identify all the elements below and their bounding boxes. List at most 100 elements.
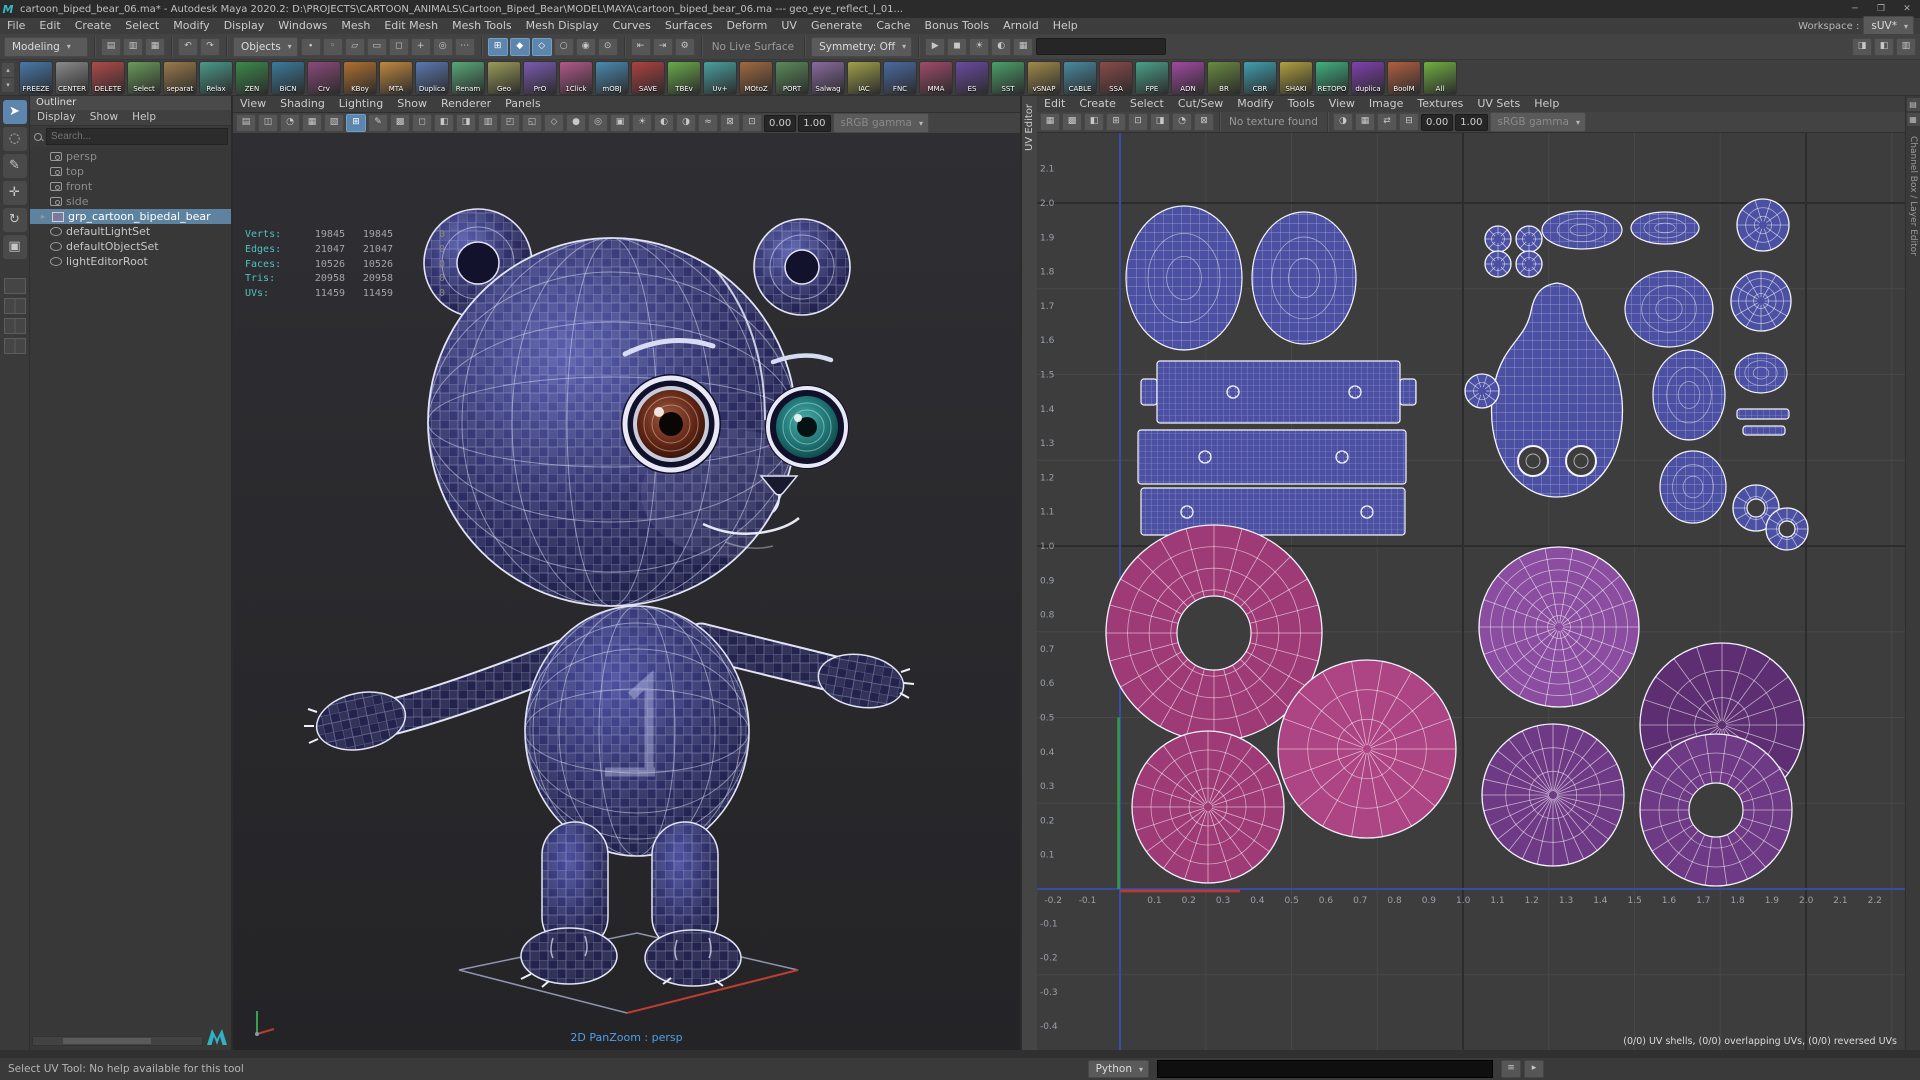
menu-edit[interactable]: Edit bbox=[32, 18, 67, 34]
shelf-item-crv[interactable]: Crv bbox=[307, 60, 341, 95]
shelf-item-zen[interactable]: ZEN bbox=[235, 60, 269, 95]
shelf-item-mobj[interactable]: mOBJ bbox=[595, 60, 629, 95]
camera-attributes-icon[interactable]: ◔ bbox=[280, 114, 300, 132]
layout-single-button[interactable] bbox=[3, 278, 26, 294]
menu-edit-mesh[interactable]: Edit Mesh bbox=[377, 18, 445, 34]
viewport-menu-show[interactable]: Show bbox=[390, 96, 434, 112]
xray-icon[interactable]: ⊠ bbox=[720, 114, 740, 132]
outliner-hscrollbar[interactable] bbox=[32, 1036, 203, 1046]
uv-menu-modify[interactable]: Modify bbox=[1230, 96, 1280, 112]
mask-rendering-icon[interactable]: ◎ bbox=[432, 37, 453, 56]
menu-generate[interactable]: Generate bbox=[804, 18, 869, 34]
uv-menu-create[interactable]: Create bbox=[1072, 96, 1123, 112]
shelf-item-separat[interactable]: separat bbox=[163, 60, 197, 95]
outliner-item-grp_cartoon_bipedal_bear[interactable]: ▸ grp_cartoon_bipedal_bear bbox=[30, 209, 231, 224]
textured-icon[interactable]: ▣ bbox=[610, 114, 630, 132]
pixel-snap-icon[interactable]: ⊡ bbox=[1128, 113, 1148, 131]
menu-file[interactable]: File bbox=[0, 18, 32, 34]
shelf-item-shaki[interactable]: SHAKI bbox=[1279, 60, 1313, 95]
paint-select-tool[interactable]: ✎ bbox=[2, 154, 27, 178]
shelf-item-relax[interactable]: Relax bbox=[199, 60, 233, 95]
channel-box-toggle-icon[interactable]: ▤ bbox=[1906, 98, 1920, 111]
isolate-select-icon[interactable]: ⊡ bbox=[742, 114, 762, 132]
outliner-item-top[interactable]: top bbox=[30, 164, 231, 179]
field-chart-icon[interactable]: ▥ bbox=[478, 114, 498, 132]
shelf-item-mma[interactable]: MMA bbox=[919, 60, 953, 95]
shelf-item-port[interactable]: PORT bbox=[775, 60, 809, 95]
shelf-item-kboy[interactable]: KBoy bbox=[343, 60, 377, 95]
menu-mesh[interactable]: Mesh bbox=[334, 18, 377, 34]
light-editor-icon[interactable]: ◐ bbox=[991, 37, 1012, 56]
uv-menu-image[interactable]: Image bbox=[1362, 96, 1410, 112]
outliner-menu-display[interactable]: Display bbox=[30, 110, 83, 125]
pan-zoom-uv-icon[interactable]: ⇄ bbox=[1376, 113, 1397, 131]
shelf-item-br[interactable]: BR bbox=[1207, 60, 1241, 95]
use-all-lights-icon[interactable]: ☀ bbox=[632, 114, 652, 132]
uv-grid-icon[interactable]: ⊞ bbox=[1106, 113, 1126, 131]
layout-outliner-persp-button[interactable] bbox=[3, 338, 26, 354]
shelf-item-boolm[interactable]: BoolM bbox=[1387, 60, 1421, 95]
expand-arrow-icon[interactable]: ▸ bbox=[38, 212, 48, 221]
script-editor-icon[interactable]: ≡ bbox=[1501, 1060, 1521, 1078]
shelf-item-retopo[interactable]: RETOPO bbox=[1315, 60, 1349, 95]
quick-rename-input[interactable] bbox=[1036, 38, 1167, 55]
outliner-item-side[interactable]: side bbox=[30, 194, 231, 209]
bookmarks-icon[interactable]: ▦ bbox=[302, 114, 322, 132]
command-shell-icon[interactable]: ▸ bbox=[1524, 1060, 1544, 1078]
uv-menu-help[interactable]: Help bbox=[1527, 96, 1566, 112]
shelf-item-tbev[interactable]: TBEv bbox=[667, 60, 701, 95]
ambient-occlusion-icon[interactable]: ◑ bbox=[676, 114, 696, 132]
viewport-gamma-field[interactable]: 1.00 bbox=[798, 114, 831, 132]
select-tool[interactable]: ➤ bbox=[2, 100, 27, 124]
menu-deform[interactable]: Deform bbox=[719, 18, 774, 34]
menu-surfaces[interactable]: Surfaces bbox=[658, 18, 720, 34]
toggle-channel-box-icon[interactable]: ▥ bbox=[1896, 37, 1916, 56]
uv-gamma-field[interactable]: 1.00 bbox=[1455, 113, 1488, 131]
shelf-item-mta[interactable]: MTA bbox=[379, 60, 413, 95]
menu-mesh-tools[interactable]: Mesh Tools bbox=[445, 18, 519, 34]
uv-view-transform-selector[interactable]: sRGB gamma bbox=[1489, 112, 1586, 132]
snap-center-icon[interactable]: ⊙ bbox=[597, 37, 618, 56]
rotate-tool[interactable]: ↻ bbox=[2, 208, 27, 232]
uv-editor-tab[interactable]: UV Editor bbox=[1022, 96, 1038, 1050]
checker-map-icon[interactable]: ▩ bbox=[1062, 113, 1082, 131]
render-settings-icon[interactable]: ☀ bbox=[969, 37, 990, 56]
shelf-item-salwag[interactable]: Salwag bbox=[811, 60, 845, 95]
paint-effects-icon[interactable]: ▦ bbox=[1013, 37, 1034, 56]
menu-help[interactable]: Help bbox=[1046, 18, 1085, 34]
workspace-selector[interactable]: sUV* bbox=[1863, 16, 1914, 36]
shelf-tab-down-icon[interactable]: ▾ bbox=[2, 78, 14, 92]
uv-statistics-icon[interactable]: ◔ bbox=[1172, 113, 1192, 131]
menu-mesh-display[interactable]: Mesh Display bbox=[519, 18, 606, 34]
layer-editor-toggle-icon[interactable]: ▦ bbox=[1906, 113, 1920, 126]
shelf-item-duplica[interactable]: duplica bbox=[1351, 60, 1385, 95]
shelf-item-all[interactable]: All bbox=[1423, 60, 1457, 95]
safe-title-icon[interactable]: ◱ bbox=[522, 114, 542, 132]
outliner-item-front[interactable]: front bbox=[30, 179, 231, 194]
shelf-item-renam[interactable]: Renam bbox=[451, 60, 485, 95]
open-scene-icon[interactable]: ▥ bbox=[123, 37, 143, 56]
menu-set-selector[interactable]: Modeling bbox=[4, 36, 88, 57]
lasso-select-tool[interactable]: ◌ bbox=[2, 127, 27, 151]
shelf-item-uv+[interactable]: Uv+ bbox=[703, 60, 737, 95]
menu-arnold[interactable]: Arnold bbox=[996, 18, 1046, 34]
mask-faces-icon[interactable]: ▱ bbox=[344, 37, 365, 56]
shelf-item-sst[interactable]: SST bbox=[991, 60, 1025, 95]
shelf-tab-up-icon[interactable]: ▴ bbox=[2, 63, 14, 77]
shelf-item-center[interactable]: CENTER bbox=[55, 60, 89, 95]
menu-curves[interactable]: Curves bbox=[606, 18, 658, 34]
frame-all-uv-icon[interactable]: ⊟ bbox=[1398, 113, 1419, 131]
ipr-render-icon[interactable]: ◼ bbox=[947, 37, 968, 56]
input-operations-icon[interactable]: ⇤ bbox=[630, 37, 651, 56]
menu-windows[interactable]: Windows bbox=[271, 18, 334, 34]
redo-icon[interactable]: ↷ bbox=[200, 37, 220, 56]
menu-uv[interactable]: UV bbox=[774, 18, 804, 34]
wireframe-on-shaded-icon[interactable]: ◎ bbox=[588, 114, 608, 132]
two-d-pan-zoom-icon[interactable]: ⊞ bbox=[346, 114, 366, 132]
uv-menu-view[interactable]: View bbox=[1322, 96, 1362, 112]
script-language-selector[interactable]: Python bbox=[1087, 1060, 1149, 1078]
undo-icon[interactable]: ↶ bbox=[178, 37, 198, 56]
outliner-item-defaultLightSet[interactable]: defaultLightSet bbox=[30, 224, 231, 239]
film-gate-icon[interactable]: ◻ bbox=[412, 114, 432, 132]
outliner-item-lightEditorRoot[interactable]: lightEditorRoot bbox=[30, 254, 231, 269]
